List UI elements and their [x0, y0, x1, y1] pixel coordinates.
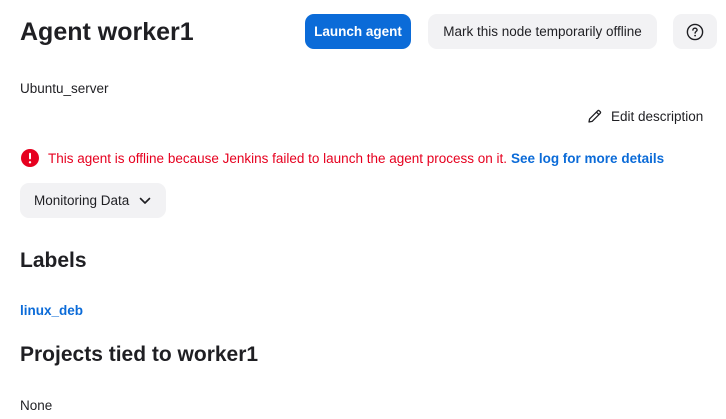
labels-heading: Labels — [20, 249, 87, 272]
label-link-linux-deb[interactable]: linux_deb — [20, 303, 83, 318]
page-title: Agent worker1 — [20, 18, 194, 46]
mark-offline-button[interactable]: Mark this node temporarily offline — [428, 14, 657, 49]
edit-description-label: Edit description — [611, 108, 704, 124]
error-icon — [21, 149, 39, 167]
pencil-icon — [586, 108, 603, 125]
monitoring-data-dropdown[interactable]: Monitoring Data — [20, 183, 166, 218]
projects-heading: Projects tied to worker1 — [20, 343, 259, 366]
launch-agent-button[interactable]: Launch agent — [305, 14, 411, 49]
chevron-down-icon — [139, 197, 151, 205]
edit-description-button[interactable]: Edit description — [586, 106, 703, 126]
agent-description: Ubuntu_server — [20, 81, 109, 96]
offline-status-message: This agent is offline because Jenkins fa… — [21, 148, 664, 168]
help-circle-icon — [686, 23, 704, 41]
monitoring-data-label: Monitoring Data — [34, 193, 130, 208]
see-log-link[interactable]: See log for more details — [511, 151, 664, 166]
offline-message-text: This agent is offline because Jenkins fa… — [48, 150, 508, 166]
projects-empty-text: None — [20, 398, 53, 413]
help-button[interactable] — [673, 14, 717, 49]
agent-page: Agent worker1 Launch agent Mark this nod… — [0, 0, 726, 419]
